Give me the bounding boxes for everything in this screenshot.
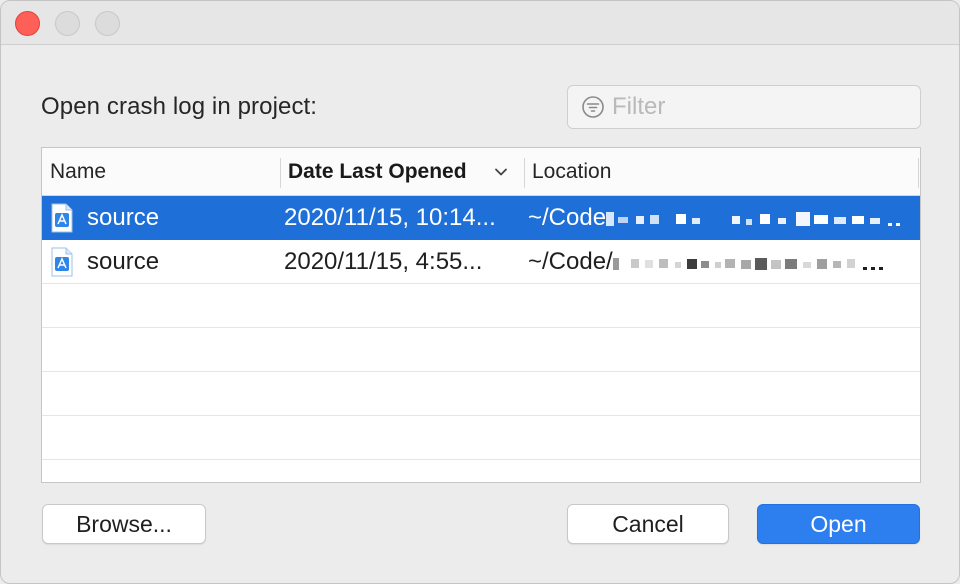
- redacted-path-pixelation: [606, 211, 901, 226]
- projects-table: Name Date Last Opened Location source 20…: [41, 147, 921, 483]
- column-header-date-last-opened[interactable]: Date Last Opened: [280, 148, 524, 196]
- table-header: Name Date Last Opened Location: [42, 148, 920, 196]
- empty-table-row: [42, 460, 920, 482]
- open-crash-log-dialog: Open crash log in project: Name Date Las…: [0, 0, 960, 584]
- row-location-text: ~/Code: [528, 204, 607, 231]
- zoom-window-button[interactable]: [95, 11, 120, 36]
- title-bar: [1, 1, 959, 45]
- row-date: 2020/11/15, 10:14...: [284, 204, 496, 231]
- filter-icon: [582, 96, 604, 118]
- column-header-location[interactable]: Location: [524, 148, 920, 196]
- column-header-date-label: Date Last Opened: [288, 160, 467, 183]
- row-name: source: [87, 204, 160, 231]
- row-location-text: ~/Code/: [528, 248, 613, 275]
- column-divider[interactable]: [918, 158, 919, 188]
- minimize-window-button[interactable]: [55, 11, 80, 36]
- row-name: source: [87, 248, 160, 275]
- row-location: ~/Code: [528, 196, 918, 240]
- cancel-button[interactable]: Cancel: [567, 504, 729, 544]
- row-location: ~/Code/: [528, 240, 918, 284]
- dialog-prompt: Open crash log in project:: [41, 93, 318, 120]
- sort-descending-chevron-icon: [495, 168, 507, 176]
- xcode-project-icon: [51, 203, 73, 233]
- empty-table-row: [42, 372, 920, 416]
- row-date: 2020/11/15, 4:55...: [284, 248, 483, 275]
- empty-table-row: [42, 284, 920, 328]
- column-header-name[interactable]: Name: [42, 148, 280, 196]
- filter-field[interactable]: [567, 85, 921, 129]
- xcode-project-icon: [51, 247, 73, 277]
- empty-table-row: [42, 416, 920, 460]
- close-window-button[interactable]: [15, 11, 40, 36]
- filter-input[interactable]: [612, 92, 902, 122]
- redacted-path-pixelation: [612, 257, 883, 270]
- empty-table-row: [42, 328, 920, 372]
- open-button[interactable]: Open: [757, 504, 920, 544]
- table-row[interactable]: source 2020/11/15, 10:14... ~/Code: [42, 196, 920, 240]
- browse-button[interactable]: Browse...: [42, 504, 206, 544]
- table-row[interactable]: source 2020/11/15, 4:55... ~/Code/: [42, 240, 920, 284]
